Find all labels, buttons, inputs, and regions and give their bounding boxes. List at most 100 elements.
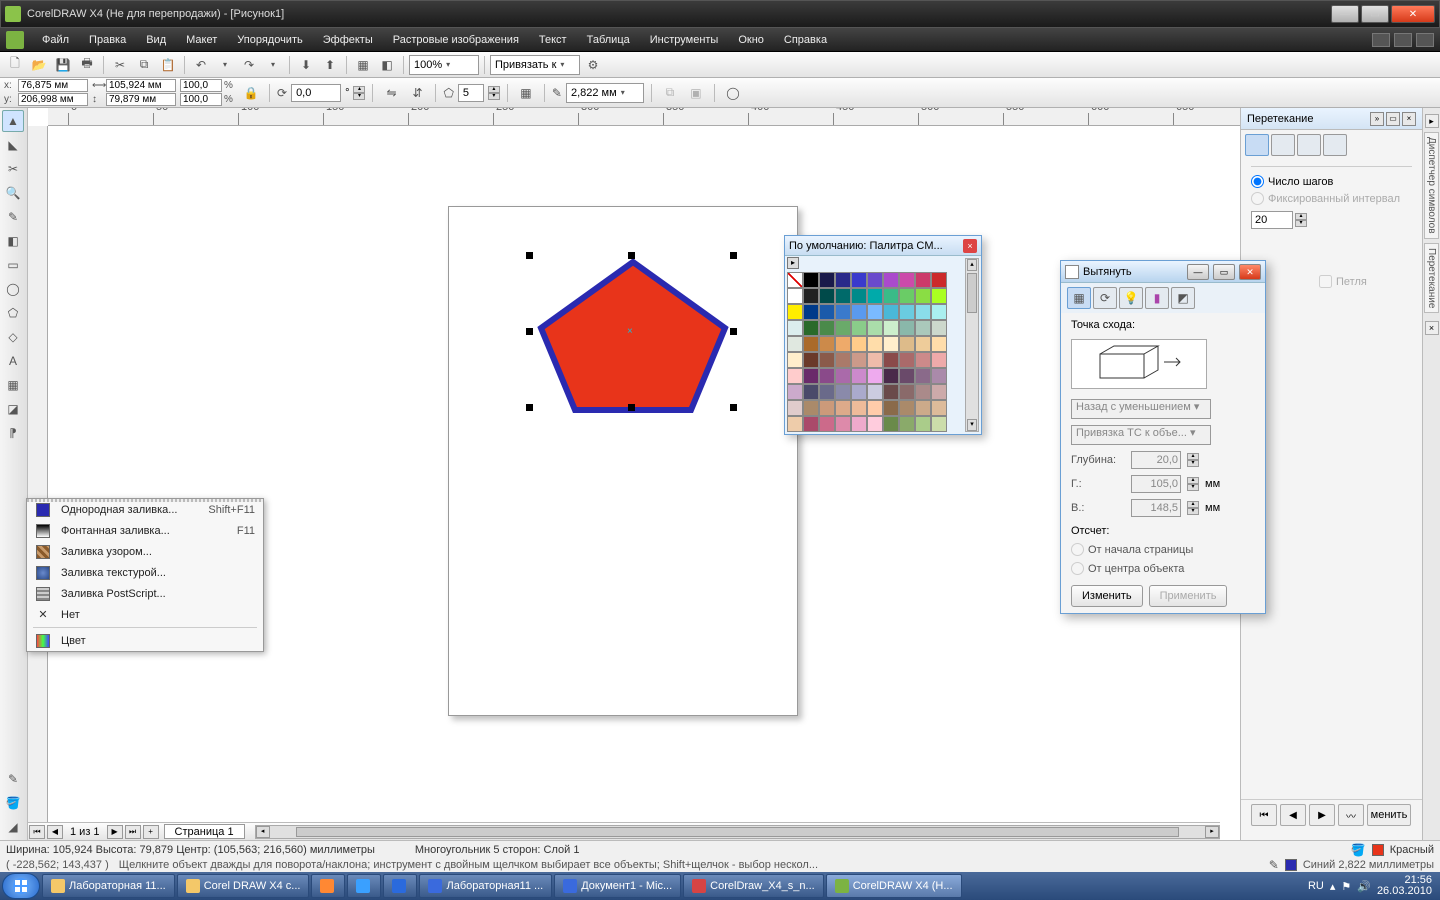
color-swatch[interactable] <box>835 288 851 304</box>
blend-tab-misc[interactable] <box>1323 134 1347 156</box>
blend-fixed-radio[interactable]: Фиксированный интервал <box>1251 192 1412 205</box>
start-button[interactable] <box>2 873 40 899</box>
zoom-tool[interactable]: 🔍 <box>2 182 24 204</box>
color-swatch[interactable] <box>915 384 931 400</box>
welcome-screen-button[interactable]: ◧ <box>376 54 398 76</box>
sides-up[interactable]: ▴ <box>488 86 500 93</box>
horizontal-ruler[interactable]: 050100150200250300350400450500550600650 <box>48 108 1440 126</box>
menu-text[interactable]: Текст <box>529 32 577 48</box>
palette-close-button[interactable]: × <box>963 239 977 253</box>
color-swatch[interactable] <box>867 416 883 432</box>
color-swatch[interactable] <box>851 352 867 368</box>
extrude-tab-camera[interactable]: ▦ <box>1067 287 1091 309</box>
steps-down[interactable]: ▾ <box>1295 220 1307 227</box>
vy-input[interactable] <box>1131 499 1181 517</box>
scroll-left-button[interactable]: ◂ <box>256 826 270 838</box>
blend-loop-checkbox[interactable]: Петля <box>1319 275 1412 288</box>
zoom-level-dropdown[interactable]: 100% <box>409 55 479 75</box>
depth-up[interactable]: ▴ <box>1187 453 1199 460</box>
color-swatch[interactable] <box>899 336 915 352</box>
minimize-button[interactable]: — <box>1331 5 1359 23</box>
menu-arrange[interactable]: Упорядочить <box>227 32 312 48</box>
selection-handle-nw[interactable] <box>526 252 533 259</box>
flyout-item-1[interactable]: Фонтанная заливка...F11 <box>27 520 263 541</box>
color-swatch[interactable] <box>867 368 883 384</box>
color-swatch[interactable] <box>787 288 803 304</box>
copy-button[interactable]: ⧉ <box>133 54 155 76</box>
extrude-close-button[interactable]: ✕ <box>1239 264 1261 280</box>
color-swatch[interactable] <box>819 368 835 384</box>
undo-dropdown[interactable]: ▾ <box>214 54 236 76</box>
menu-window[interactable]: Окно <box>728 32 774 48</box>
color-swatch[interactable] <box>931 272 947 288</box>
eyedropper-tool[interactable]: ⁋ <box>2 422 24 444</box>
smart-fill-tool[interactable]: ◧ <box>2 230 24 252</box>
scroll-thumb[interactable] <box>967 273 977 313</box>
text-tool[interactable]: A <box>2 350 24 372</box>
color-swatch[interactable] <box>899 416 915 432</box>
menu-effects[interactable]: Эффекты <box>313 32 383 48</box>
taskbar-item-3[interactable] <box>347 874 381 898</box>
blend-steps-radio[interactable]: Число шагов <box>1251 175 1412 188</box>
color-swatch[interactable] <box>787 272 803 288</box>
color-swatch[interactable] <box>835 272 851 288</box>
color-swatch[interactable] <box>899 352 915 368</box>
selection-center-marker[interactable]: × <box>627 326 633 337</box>
selection-handle-s[interactable] <box>628 404 635 411</box>
color-swatch[interactable] <box>899 320 915 336</box>
selection-handle-ne[interactable] <box>730 252 737 259</box>
color-swatch[interactable] <box>835 368 851 384</box>
close-button[interactable]: ✕ <box>1391 5 1435 23</box>
blend-nav-prev[interactable]: ◀ <box>1280 804 1306 826</box>
first-page-button[interactable]: ⏮ <box>29 825 45 839</box>
mdi-restore-button[interactable] <box>1394 33 1412 47</box>
interactive-fill-tool[interactable]: ◢ <box>2 816 24 838</box>
color-swatch[interactable] <box>915 304 931 320</box>
docker-close-button[interactable]: × <box>1402 112 1416 126</box>
color-swatch[interactable] <box>899 384 915 400</box>
color-swatch[interactable] <box>819 320 835 336</box>
crop-tool[interactable]: ✂ <box>2 158 24 180</box>
language-indicator[interactable]: RU <box>1308 880 1324 892</box>
color-swatch[interactable] <box>883 400 899 416</box>
color-swatch[interactable] <box>867 320 883 336</box>
menu-tools[interactable]: Инструменты <box>640 32 729 48</box>
palette-prev-button[interactable]: ▸ <box>787 257 799 269</box>
side-tab-x[interactable]: × <box>1425 321 1439 335</box>
side-tab-symbol-manager[interactable]: Диспетчер символов <box>1424 132 1439 239</box>
options-button[interactable]: ⚙ <box>582 54 604 76</box>
color-swatch[interactable] <box>835 352 851 368</box>
color-swatch[interactable] <box>803 272 819 288</box>
taskbar-item-0[interactable]: Лабораторная 11... <box>42 874 175 898</box>
color-swatch[interactable] <box>915 272 931 288</box>
fill-tool[interactable]: 🪣 <box>2 792 24 814</box>
palette-scrollbar[interactable]: ▴ ▾ <box>965 258 979 432</box>
maximize-button[interactable]: ▭ <box>1361 5 1389 23</box>
ellipse-tool[interactable]: ◯ <box>2 278 24 300</box>
shape-tool[interactable]: ◣ <box>2 134 24 156</box>
basic-shapes-tool[interactable]: ◇ <box>2 326 24 348</box>
taskbar-item-5[interactable]: Лабораторная11 ... <box>419 874 552 898</box>
mirror-vertical-button[interactable]: ⇵ <box>406 82 428 104</box>
outline-width-dropdown[interactable]: 2,822 мм <box>566 83 644 103</box>
scale-x-input[interactable] <box>180 79 222 92</box>
system-tray[interactable]: RU ▴ ⚑ 🔊 21:56 26.03.2010 <box>1302 875 1438 897</box>
outline-color-swatch[interactable] <box>1285 859 1297 871</box>
color-swatch[interactable] <box>931 400 947 416</box>
polygon-sides-input[interactable] <box>458 84 484 102</box>
color-swatch[interactable] <box>867 272 883 288</box>
horizontal-scrollbar[interactable]: ◂ ▸ <box>255 825 1220 839</box>
color-swatch[interactable] <box>867 352 883 368</box>
flyout-color-item[interactable]: Цвет <box>27 630 263 651</box>
color-swatch[interactable] <box>819 336 835 352</box>
color-swatch[interactable] <box>867 304 883 320</box>
sides-down[interactable]: ▾ <box>488 93 500 100</box>
color-swatch[interactable] <box>851 384 867 400</box>
color-swatch[interactable] <box>867 288 883 304</box>
color-swatch[interactable] <box>931 368 947 384</box>
selection-handle-e[interactable] <box>730 328 737 335</box>
hx-input[interactable] <box>1131 475 1181 493</box>
fill-color-swatch[interactable] <box>1372 844 1384 856</box>
scroll-right-button[interactable]: ▸ <box>1205 826 1219 838</box>
color-swatch[interactable] <box>787 400 803 416</box>
